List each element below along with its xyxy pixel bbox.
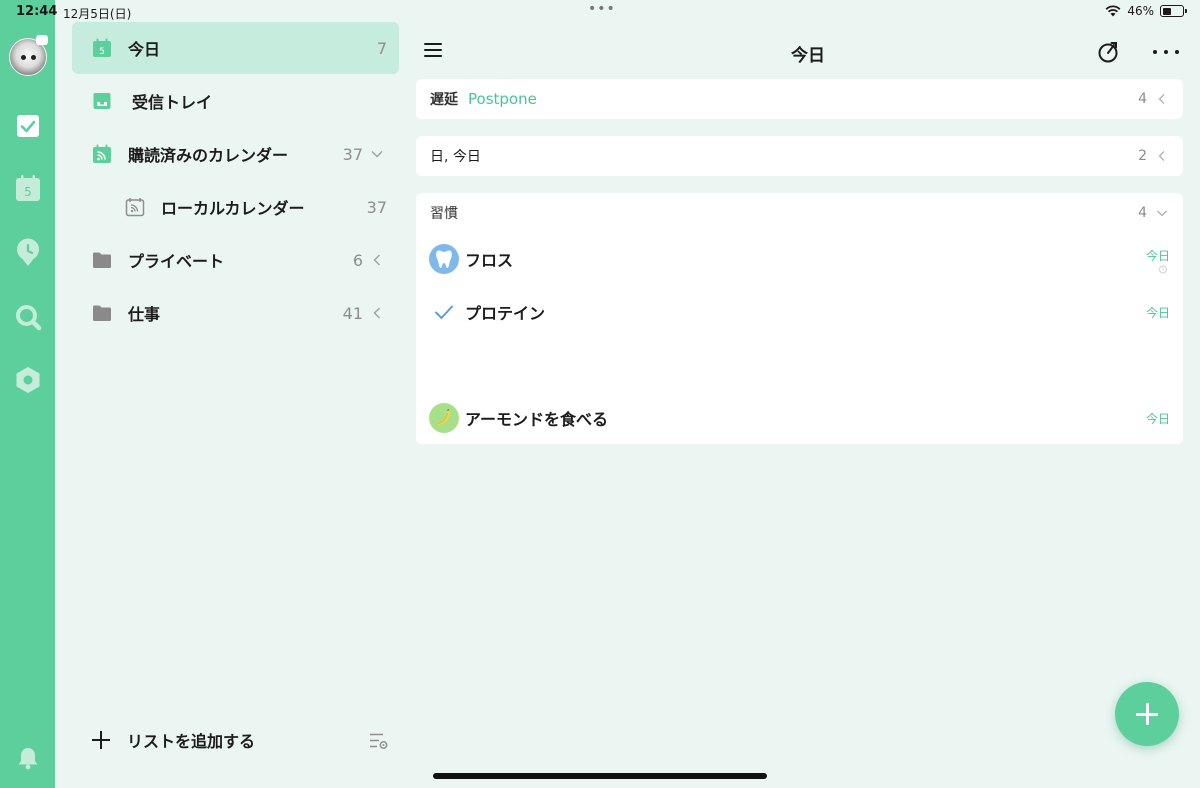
- nav-rail: 5: [0, 0, 55, 788]
- section-header[interactable]: 習慣: [430, 193, 458, 233]
- dot-icon: [1153, 50, 1157, 54]
- sidebar-item-today[interactable]: 5 今日 7: [72, 22, 399, 74]
- home-indicator[interactable]: [433, 773, 767, 779]
- settings-icon: [16, 366, 39, 393]
- section-count: 4: [1138, 205, 1147, 221]
- section-postponed[interactable]: 遅延 Postpone 4: [416, 79, 1183, 119]
- sidebar-item-label: 仕事: [128, 305, 161, 324]
- folder-icon: [91, 249, 113, 271]
- section-header: 遅延 Postpone: [430, 79, 537, 119]
- battery-fill: [1162, 7, 1171, 15]
- wifi-icon: [1105, 5, 1121, 17]
- today-day-badge: 5: [99, 47, 105, 57]
- sidebar-item-label: 受信トレイ: [132, 93, 213, 112]
- calendar-today-icon: 5: [91, 37, 113, 59]
- section-count: 4: [1138, 91, 1147, 107]
- sidebar-item-private[interactable]: プライベート 6: [72, 234, 399, 286]
- section-name: 日, 今日: [430, 149, 481, 165]
- habit-title: アーモンドを食べる: [465, 410, 609, 429]
- habit-title: プロテイン: [465, 304, 546, 323]
- chevron-down-icon[interactable]: [1155, 206, 1169, 220]
- tooth-icon[interactable]: [429, 244, 459, 274]
- sidebar-item-label: ローカルカレンダー: [161, 199, 305, 218]
- dot-icon: [1164, 50, 1168, 54]
- add-list-button[interactable]: リストを追加する: [91, 728, 255, 752]
- section-habits: 習慣 4 フロス 今日 プロテイン 今日 アーモンドを食べる 今日: [416, 193, 1183, 444]
- rail-settings-button[interactable]: [12, 364, 43, 395]
- sidebar-item-label: 今日: [128, 40, 161, 59]
- list-settings-icon[interactable]: [368, 731, 390, 751]
- rail-search-button[interactable]: [12, 301, 43, 332]
- list-sidebar: 5 今日 7 受信トレイ 購読済みのカレンダー 37 ローカルカレンダー 37 …: [55, 0, 416, 788]
- habit-row[interactable]: フロス 今日: [416, 233, 1183, 285]
- chevron-left-icon[interactable]: [369, 252, 385, 268]
- habit-row[interactable]: プロテイン 今日: [416, 286, 1183, 338]
- habit-date: 今日: [1145, 305, 1170, 320]
- sidebar-item-work[interactable]: 仕事 41: [72, 287, 399, 339]
- alarm-icon: [1159, 265, 1167, 274]
- status-right: 46%: [1105, 4, 1187, 18]
- focus-timer-icon[interactable]: [1096, 40, 1120, 64]
- status-bar: 12:44 12月5日(日) ••• 46%: [0, 0, 1200, 24]
- checkbox-icon: [16, 114, 39, 137]
- sidebar-item-count: 6: [352, 250, 363, 270]
- add-list-label: リストを追加する: [127, 732, 256, 751]
- calendar-icon: 5: [15, 174, 40, 201]
- chevron-left-icon[interactable]: [1155, 149, 1169, 163]
- chevron-down-icon[interactable]: [369, 146, 385, 162]
- rail-calendar-day: 5: [24, 185, 32, 199]
- plus-icon: [91, 730, 111, 750]
- main-panel: 今日 遅延 Postpone 4 日, 今日 2 習慣 4 フロス 今日 プロテ…: [416, 0, 1200, 788]
- section-header: 日, 今日: [430, 136, 481, 176]
- habit-date: 今日: [1145, 249, 1170, 263]
- battery-percent: 46%: [1127, 4, 1154, 18]
- more-options-button[interactable]: [1153, 40, 1179, 64]
- sidebar-item-subscribed-calendars[interactable]: 購読済みのカレンダー 37: [72, 128, 399, 180]
- sidebar-item-label: プライベート: [128, 252, 225, 271]
- rail-pomodoro-button[interactable]: [12, 236, 43, 267]
- add-task-button[interactable]: [1115, 682, 1179, 746]
- sidebar-item-count: 37: [366, 197, 387, 217]
- sidebar-item-count: 7: [376, 38, 387, 58]
- inbox-icon: [91, 90, 113, 112]
- multitasking-dots-icon[interactable]: •••: [588, 1, 616, 17]
- section-name: 遅延: [430, 92, 458, 108]
- chevron-left-icon[interactable]: [1155, 92, 1169, 106]
- status-time: 12:44: [16, 4, 58, 19]
- battery-icon: [1160, 5, 1187, 17]
- rail-notifications-button[interactable]: [12, 742, 43, 773]
- postpone-link[interactable]: Postpone: [468, 90, 537, 108]
- avatar-eye: [31, 55, 36, 60]
- dot-icon: [1175, 50, 1179, 54]
- avatar[interactable]: [9, 35, 48, 76]
- banana-icon[interactable]: [429, 403, 459, 433]
- sidebar-item-label: 購読済みのカレンダー: [128, 146, 289, 165]
- habit-row[interactable]: アーモンドを食べる 今日: [416, 392, 1183, 444]
- top-bar: 今日: [416, 30, 1200, 74]
- check-icon[interactable]: [429, 297, 459, 327]
- search-icon: [15, 304, 41, 330]
- folder-icon: [91, 302, 113, 324]
- section-today[interactable]: 日, 今日 2: [416, 136, 1183, 176]
- chevron-left-icon[interactable]: [369, 305, 385, 321]
- crown-icon: [36, 35, 48, 45]
- subscribed-calendar-icon: [91, 143, 113, 165]
- section-count: 2: [1138, 148, 1147, 164]
- avatar-eye: [21, 55, 26, 60]
- habit-title: フロス: [465, 251, 514, 270]
- habit-date: 今日: [1145, 411, 1170, 426]
- bell-icon: [18, 747, 37, 769]
- sidebar-item-inbox[interactable]: 受信トレイ: [72, 75, 399, 127]
- rail-calendar-button[interactable]: 5: [12, 172, 43, 203]
- rail-tasks-button[interactable]: [12, 110, 43, 141]
- sidebar-item-count: 37: [342, 144, 363, 164]
- sidebar-item-count: 41: [342, 303, 363, 323]
- page-title: 今日: [791, 46, 825, 66]
- local-calendar-icon: [124, 196, 146, 218]
- section-name: 習慣: [430, 206, 458, 222]
- clock-icon: [16, 237, 39, 266]
- status-date: 12月5日(日): [63, 7, 132, 21]
- sidebar-item-local-calendar[interactable]: ローカルカレンダー 37: [72, 181, 399, 233]
